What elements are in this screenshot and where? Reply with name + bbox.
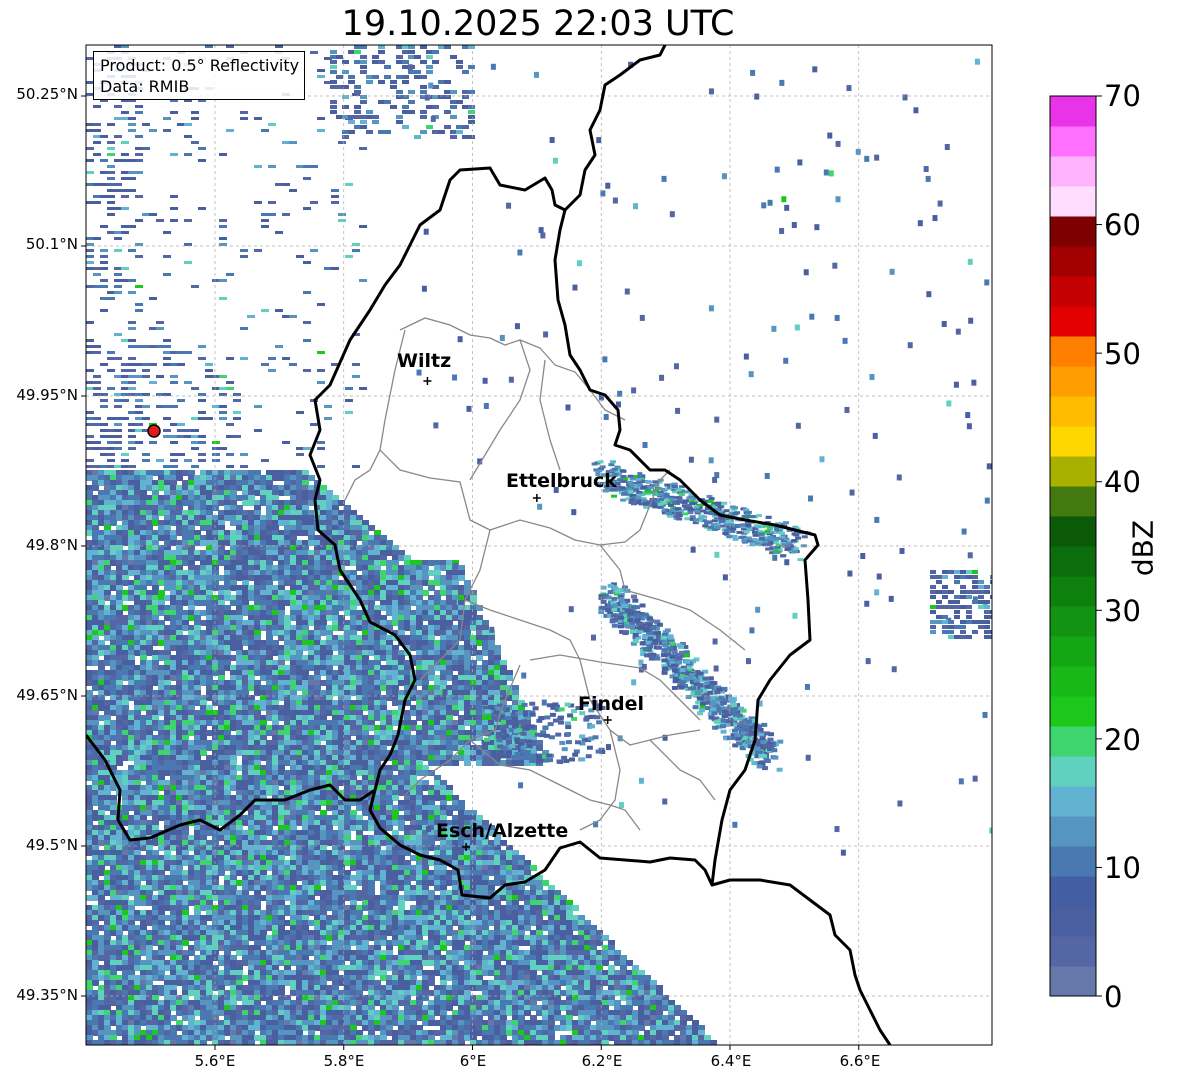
colorbar-segment [1050,336,1096,367]
colorbar-segment [1050,516,1096,547]
lat-tick-label: 50.1°N [25,235,78,253]
lon-tick-label: 5.6°E [194,1052,236,1070]
city-label-ettelbruck: Ettelbruck [506,470,617,492]
colorbar-segment [1050,696,1096,727]
product-label: Product: 0.5° Reflectivity [100,56,300,75]
colorbar-segment [1050,546,1096,577]
city-label-esch-alzette: Esch/Alzette [436,820,569,842]
colorbar-segment [1050,816,1096,847]
colorbar-segment [1050,426,1096,457]
colorbar-tick-label: 60 [1104,208,1141,242]
colorbar-segment [1050,306,1096,337]
colorbar-tick-label: 0 [1104,980,1123,1014]
city-marker [423,377,432,385]
lat-tick-label: 49.8°N [25,536,78,554]
colorbar-segment [1050,786,1096,817]
colorbar-segment [1050,126,1096,157]
colorbar-tick-label: 40 [1104,465,1141,499]
colorbar-segment [1050,936,1096,967]
colorbar-segment [1050,666,1096,697]
lat-tick-label: 49.5°N [25,836,78,854]
colorbar-segment [1050,216,1096,247]
info-box: Product: 0.5° Reflectivity Data: RMIB [93,51,306,100]
lat-tick-label: 49.35°N [16,986,78,1004]
colorbar-segment [1050,636,1096,667]
lon-tick-label: 6.6°E [839,1052,881,1070]
lon-tick-label: 6.4°E [710,1052,752,1070]
radar-map-figure [81,44,1102,1050]
colorbar-segment [1050,276,1096,307]
colorbar-segment [1050,726,1096,757]
colorbar-segment [1050,756,1096,787]
lat-tick-label: 50.25°N [16,85,78,103]
lat-tick-label: 49.95°N [16,386,78,404]
colorbar-segment [1050,846,1096,877]
city-marker [532,494,541,502]
lon-tick-label: 6°E [459,1052,487,1070]
colorbar-segment [1050,96,1096,127]
colorbar-segment [1050,906,1096,937]
colorbar-segment [1050,486,1096,517]
colorbar-segment [1050,876,1096,907]
colorbar-segment [1050,576,1096,607]
radar-site-marker [147,424,161,438]
colorbar [1049,95,1102,997]
colorbar-tick-label: 70 [1104,79,1141,113]
colorbar-label: dBZ [1126,519,1160,577]
colorbar-segment [1050,606,1096,637]
lon-tick-label: 5.8°E [323,1052,365,1070]
colorbar-tick-label: 20 [1104,723,1141,757]
colorbar-segment [1050,186,1096,217]
colorbar-segment [1050,396,1096,427]
data-source-label: Data: RMIB [100,77,190,96]
colorbar-tick-label: 30 [1104,594,1141,628]
city-label-findel: Findel [578,693,645,715]
city-label-wiltz: Wiltz [397,350,452,372]
colorbar-segment [1050,456,1096,487]
colorbar-segment [1050,366,1096,397]
colorbar-tick-label: 50 [1104,337,1141,371]
colorbar-segment [1050,966,1096,997]
colorbar-tick-label: 10 [1104,851,1141,885]
radar-echoes [86,45,992,1045]
lat-tick-label: 49.65°N [16,686,78,704]
colorbar-segment [1050,156,1096,187]
colorbar-segment [1050,246,1096,277]
lon-tick-label: 6.2°E [581,1052,623,1070]
